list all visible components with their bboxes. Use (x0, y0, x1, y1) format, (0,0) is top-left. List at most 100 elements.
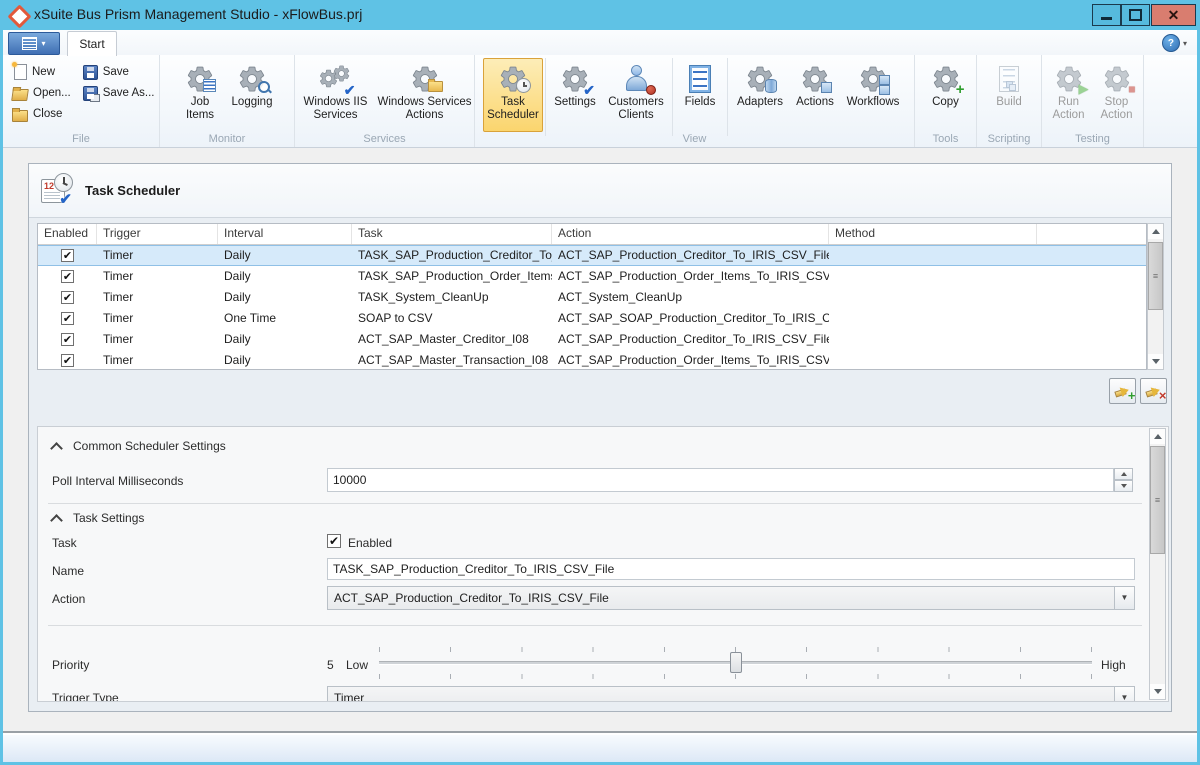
priority-label: Priority (52, 658, 89, 672)
settings-button[interactable]: ✔ Settings (548, 58, 602, 132)
poll-interval-label: Poll Interval Milliseconds (52, 474, 183, 488)
job-items-button[interactable]: Job Items (175, 58, 225, 132)
open-folder-icon (11, 89, 29, 101)
task-settings-header[interactable]: Task Settings (52, 511, 144, 525)
customers-clients-button[interactable]: Customers Clients (602, 58, 670, 132)
column-header-action[interactable]: Action (552, 224, 829, 244)
application-menu-button[interactable]: ▾ (8, 32, 60, 55)
scroll-up-button[interactable] (1150, 429, 1165, 444)
cell-filler (1037, 329, 1146, 350)
name-label: Name (52, 564, 84, 578)
scroll-down-button[interactable] (1150, 684, 1165, 699)
table-row[interactable]: ✔TimerDailyTASK_System_CleanUpACT_System… (38, 287, 1146, 308)
row-enabled-checkbox[interactable]: ✔ (61, 291, 74, 304)
column-header-enabled[interactable]: Enabled (38, 224, 97, 244)
open-button[interactable]: Open... (9, 83, 74, 102)
scroll-up-button[interactable] (1148, 224, 1163, 239)
task-enabled-checkbox[interactable]: ✔ (327, 534, 341, 548)
action-combo[interactable]: ACT_SAP_Production_Creditor_To_IRIS_CSV_… (327, 586, 1135, 610)
new-button[interactable]: New (9, 62, 74, 81)
close-project-button[interactable]: Close (9, 104, 74, 123)
copy-button[interactable]: + Copy (922, 58, 970, 132)
cell-enabled: ✔ (38, 266, 97, 287)
table-scrollbar[interactable]: ≡ (1147, 223, 1164, 370)
copy-gear-icon: + (928, 62, 964, 95)
task-scheduler-button[interactable]: Task Scheduler (483, 58, 543, 132)
row-enabled-checkbox[interactable]: ✔ (61, 249, 74, 262)
common-scheduler-settings-header[interactable]: Common Scheduler Settings (52, 439, 226, 453)
slider-thumb[interactable] (730, 652, 742, 673)
windows-services-actions-button[interactable]: Windows Services Actions (376, 58, 474, 132)
workflows-button[interactable]: Workflows (840, 58, 906, 132)
priority-slider[interactable] (379, 647, 1092, 679)
group-label-view: View (475, 133, 914, 145)
row-enabled-checkbox[interactable]: ✔ (61, 270, 74, 283)
fields-form-icon (682, 62, 718, 95)
row-enabled-checkbox[interactable]: ✔ (61, 312, 74, 325)
maximize-button[interactable] (1121, 4, 1150, 26)
task-scheduler-panel: ✔ Task Scheduler EnabledTriggerIntervalT… (28, 163, 1172, 712)
task-label: Task (52, 536, 77, 550)
cell-enabled: ✔ (38, 308, 97, 329)
settings-panel: Common Scheduler Settings Poll Interval … (37, 426, 1169, 702)
column-header-task[interactable]: Task (352, 224, 552, 244)
run-action-button[interactable]: ▶ Run Action (1045, 58, 1093, 132)
combo-dropdown-button[interactable]: ▼ (1114, 587, 1134, 609)
minimize-button[interactable] (1092, 4, 1121, 26)
actions-button[interactable]: Actions (790, 58, 840, 132)
add-row-icon: + (1114, 384, 1132, 398)
cell-filler (1037, 266, 1146, 287)
remove-task-button[interactable]: × (1140, 378, 1167, 404)
group-label-services: Services (295, 133, 474, 145)
cell-trigger: Timer (97, 350, 218, 371)
column-header-method[interactable]: Method (829, 224, 1037, 244)
row-enabled-checkbox[interactable]: ✔ (61, 333, 74, 346)
actions-gear-icon (797, 62, 833, 95)
column-header-interval[interactable]: Interval (218, 224, 352, 244)
group-label-tools: Tools (915, 133, 976, 145)
save-as-button[interactable]: Save As... (80, 83, 158, 102)
column-header-filler (1037, 224, 1146, 244)
priority-high-label: High (1101, 658, 1126, 672)
scrollbar-thumb[interactable]: ≡ (1150, 446, 1165, 554)
workflows-gear-icon (855, 62, 891, 95)
stop-action-button[interactable]: ■ Stop Action (1093, 58, 1141, 132)
adapters-button[interactable]: Adapters (730, 58, 790, 132)
poll-interval-input[interactable] (327, 468, 1114, 492)
logging-button[interactable]: Logging (225, 58, 279, 132)
logging-gear-icon (234, 62, 270, 95)
column-header-trigger[interactable]: Trigger (97, 224, 218, 244)
services-actions-gear-icon (407, 62, 443, 95)
trigger-type-combo[interactable]: Timer ▼ (327, 686, 1135, 702)
close-button[interactable]: ✕ (1151, 4, 1196, 26)
ribbon-group-services: ✔ Windows IIS Services Windows Services … (295, 55, 475, 147)
spinner-down-button[interactable] (1114, 480, 1133, 492)
help-button[interactable]: ? (1162, 34, 1180, 52)
scroll-down-button[interactable] (1148, 354, 1163, 369)
tab-start[interactable]: Start (67, 31, 117, 56)
stop-action-gear-icon: ■ (1099, 62, 1135, 95)
scrollbar-thumb[interactable]: ≡ (1148, 242, 1163, 310)
table-row[interactable]: ✔TimerDailyTASK_SAP_Production_Creditor_… (38, 245, 1146, 266)
window-frame (0, 0, 3, 765)
table-row[interactable]: ✔TimerDailyACT_SAP_Master_Transaction_I0… (38, 350, 1146, 371)
spinner-up-button[interactable] (1114, 468, 1133, 480)
table-row[interactable]: ✔TimerDailyTASK_SAP_Production_Order_Ite… (38, 266, 1146, 287)
build-button[interactable]: Build (985, 58, 1033, 132)
table-row[interactable]: ✔TimerDailyACT_SAP_Master_Creditor_I08AC… (38, 329, 1146, 350)
cell-action: ACT_SAP_Production_Order_Items_To_IRIS_C… (552, 350, 829, 371)
row-enabled-checkbox[interactable]: ✔ (61, 354, 74, 367)
help-chevron-icon[interactable]: ▾ (1183, 39, 1187, 48)
settings-scrollbar[interactable]: ≡ (1149, 428, 1166, 700)
cell-trigger: Timer (97, 287, 218, 308)
table-row[interactable]: ✔TimerOne TimeSOAP to CSVACT_SAP_SOAP_Pr… (38, 308, 1146, 329)
combo-dropdown-button[interactable]: ▼ (1114, 687, 1134, 702)
build-diagram-icon (991, 62, 1027, 95)
add-task-button[interactable]: + (1109, 378, 1136, 404)
task-name-input[interactable] (327, 558, 1135, 580)
fields-button[interactable]: Fields (675, 58, 725, 132)
windows-iis-services-button[interactable]: ✔ Windows IIS Services (296, 58, 376, 132)
ribbon-group-file: New Open... Close Save Save As... File (3, 55, 160, 147)
cell-task: ACT_SAP_Master_Transaction_I08 (352, 350, 552, 371)
save-button[interactable]: Save (80, 62, 158, 81)
